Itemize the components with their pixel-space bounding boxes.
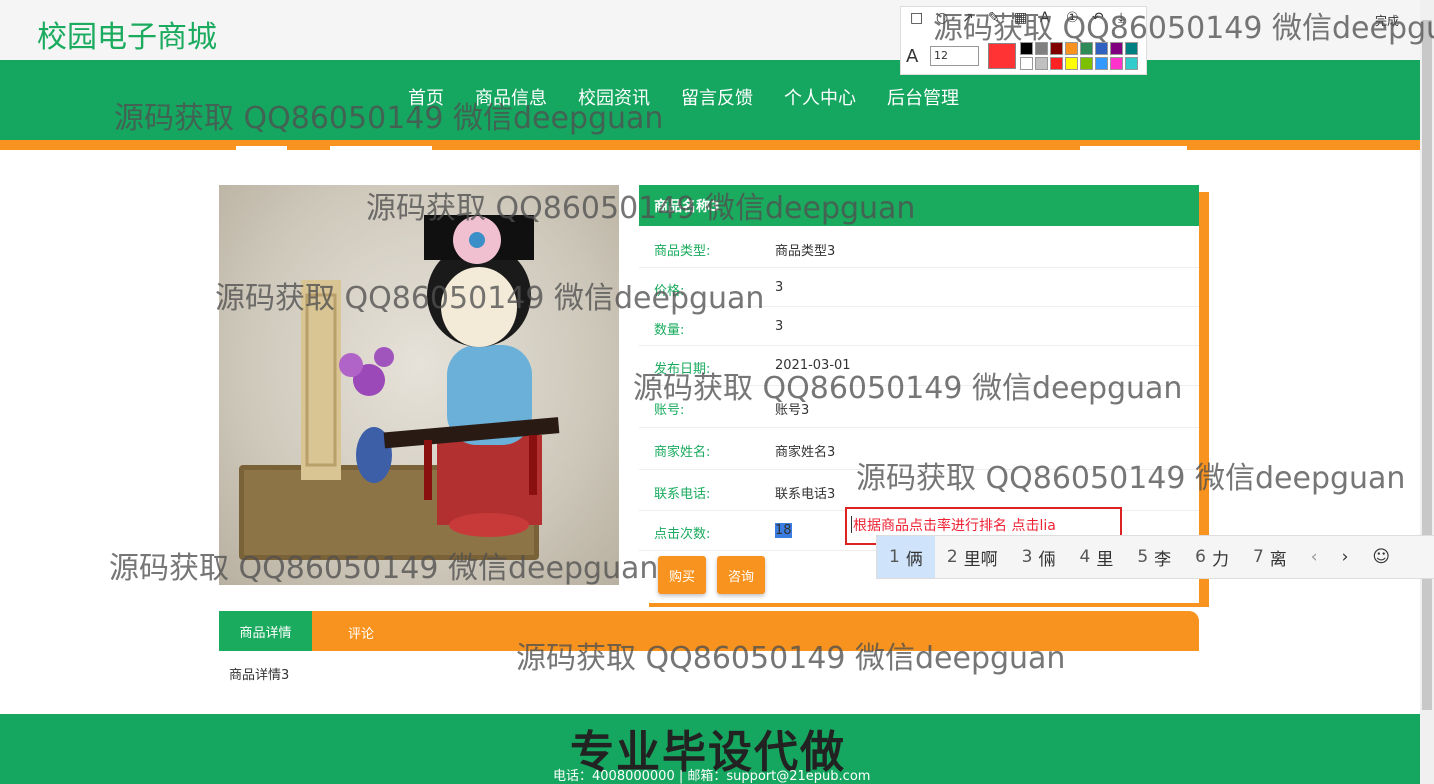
info-value: 3 <box>775 280 784 295</box>
info-value: 账号3 <box>775 403 810 418</box>
save-tool-icon[interactable]: ⤓ <box>1118 10 1124 26</box>
nav-item-feedback[interactable]: 留言反馈 <box>681 84 753 110</box>
buy-button[interactable]: 购买 <box>658 556 706 594</box>
info-row-price: 价格: 3 <box>639 267 1199 307</box>
info-value: 商家姓名3 <box>775 445 836 460</box>
font-icon: A <box>906 46 919 67</box>
site-title[interactable]: 校园电子商城 <box>37 12 217 56</box>
info-value: 联系电话3 <box>775 487 836 502</box>
nav-item-home[interactable]: 首页 <box>408 84 444 110</box>
info-label: 联系电话: <box>654 487 711 502</box>
color-swatch[interactable] <box>1125 57 1138 70</box>
scrollbar-thumb[interactable] <box>1422 20 1432 710</box>
number-tool-icon[interactable]: ① <box>1066 10 1079 26</box>
ime-next-icon[interactable]: › <box>1330 536 1361 578</box>
info-row-merchant: 商家姓名: 商家姓名3 <box>639 427 1199 470</box>
info-label: 商品类型: <box>654 244 711 259</box>
nav-item-admin[interactable]: 后台管理 <box>887 84 959 110</box>
info-label: 数量: <box>654 323 685 338</box>
strip-button[interactable] <box>330 146 432 154</box>
text-tool-icon[interactable]: A <box>1040 10 1050 26</box>
nav-item-user-center[interactable]: 个人中心 <box>784 84 856 110</box>
ellipse-tool-icon[interactable]: ○ <box>936 10 948 26</box>
product-name: 商品名称3 <box>654 199 720 215</box>
color-swatch[interactable] <box>1080 42 1093 55</box>
ime-candidate[interactable]: 7离 <box>1241 536 1299 578</box>
tab-comments[interactable]: 评论 <box>348 623 374 642</box>
nav-item-news[interactable]: 校园资讯 <box>578 84 650 110</box>
info-value[interactable]: 18 <box>775 523 792 538</box>
pen-tool-icon[interactable]: ✎ <box>988 10 1000 26</box>
color-swatch[interactable] <box>1125 42 1138 55</box>
footer-contact: 电话：4008000000 | 邮箱：support@21epub.com <box>553 769 871 784</box>
color-swatch[interactable] <box>1095 42 1108 55</box>
color-swatch[interactable] <box>1080 57 1093 70</box>
color-swatch[interactable] <box>1110 57 1123 70</box>
color-swatch[interactable] <box>1035 57 1048 70</box>
finish-button[interactable]: 完成 <box>1375 12 1399 29</box>
color-swatch[interactable] <box>1020 42 1033 55</box>
rectangle-tool-icon[interactable]: □ <box>910 10 923 26</box>
info-row-account: 账号: 账号3 <box>639 385 1199 428</box>
product-image <box>219 185 619 585</box>
ime-candidate[interactable]: 2 里啊 <box>935 536 1010 578</box>
nav-accent-strip <box>0 140 1434 150</box>
ime-candidate-bar: 1俩 2 里啊 3倆 4里 5李 6力 7离 ‹ › ☺ <box>876 535 1434 579</box>
tab-product-detail[interactable]: 商品详情 <box>219 611 312 651</box>
info-row-phone: 联系电话: 联系电话3 <box>639 469 1199 511</box>
annotation-text[interactable]: 根据商品点击率进行排名 点击lia <box>853 515 1056 535</box>
info-row-type: 商品类型: 商品类型3 <box>639 226 1199 268</box>
nav-menu: 首页 商品信息 校园资讯 留言反馈 个人中心 后台管理 <box>408 84 959 110</box>
ime-candidate[interactable]: 4里 <box>1067 536 1125 578</box>
info-label: 账号: <box>654 403 685 418</box>
ime-emoji-icon[interactable]: ☺ <box>1360 536 1402 578</box>
ime-candidate[interactable]: 1俩 <box>877 536 935 578</box>
ime-candidate[interactable]: 5李 <box>1125 536 1183 578</box>
ime-prev-icon[interactable]: ‹ <box>1299 536 1330 578</box>
info-panel-header <box>639 185 1199 226</box>
nav-item-products[interactable]: 商品信息 <box>475 84 547 110</box>
text-cursor <box>851 516 852 533</box>
info-label: 点击次数: <box>654 527 711 542</box>
color-swatch[interactable] <box>1065 42 1078 55</box>
strip-button[interactable] <box>1080 146 1187 154</box>
color-swatch[interactable] <box>1050 42 1063 55</box>
info-value: 商品类型3 <box>775 244 836 259</box>
ime-candidate[interactable]: 3倆 <box>1010 536 1068 578</box>
mosaic-tool-icon[interactable]: ▦ <box>1014 10 1027 26</box>
color-swatch[interactable] <box>1050 57 1063 70</box>
info-label: 价格: <box>654 284 685 299</box>
undo-tool-icon[interactable]: ↶ <box>1092 10 1104 26</box>
info-value: 2021-03-01 <box>775 358 851 373</box>
info-label: 发布日期: <box>654 362 711 377</box>
color-swatch[interactable] <box>1110 42 1123 55</box>
current-color-swatch[interactable] <box>988 43 1016 69</box>
strip-button[interactable] <box>236 146 287 154</box>
color-swatch[interactable] <box>1035 42 1048 55</box>
figurine-illustration <box>239 215 560 560</box>
product-detail-text: 商品详情3 <box>229 668 290 683</box>
ime-candidate[interactable]: 6力 <box>1183 536 1241 578</box>
info-value: 3 <box>775 319 784 334</box>
font-size-select[interactable]: 12 <box>930 46 979 66</box>
arrow-tool-icon[interactable]: ↗ <box>962 10 974 26</box>
color-swatch[interactable] <box>1065 57 1078 70</box>
consult-button[interactable]: 咨询 <box>717 556 765 594</box>
color-swatch[interactable] <box>1020 57 1033 70</box>
color-swatch[interactable] <box>1095 57 1108 70</box>
info-label: 商家姓名: <box>654 445 711 460</box>
info-row-date: 发布日期: 2021-03-01 <box>639 345 1199 386</box>
info-row-quantity: 数量: 3 <box>639 306 1199 346</box>
